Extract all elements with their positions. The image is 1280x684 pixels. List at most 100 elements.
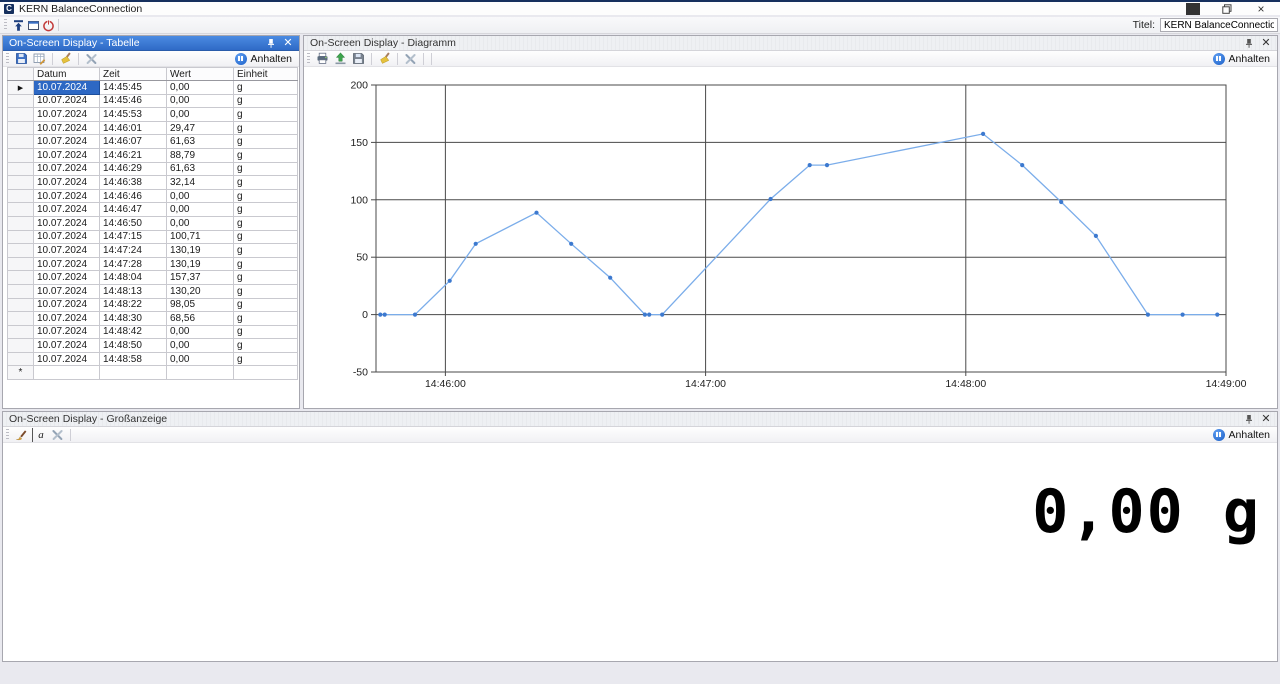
table-cell[interactable]: g [234, 135, 298, 149]
table-cell[interactable] [100, 366, 167, 380]
table-cell[interactable]: 14:48:42 [100, 325, 167, 339]
table-cell[interactable]: 61,63 [167, 162, 234, 176]
table-cell[interactable]: 10.07.2024 [34, 312, 100, 326]
table-cell[interactable]: 0,00 [167, 352, 234, 366]
font-button[interactable]: a [32, 428, 47, 442]
table-cell[interactable]: g [234, 121, 298, 135]
table-cell[interactable]: g [234, 284, 298, 298]
edit-table-button[interactable] [32, 52, 47, 66]
row-header[interactable]: ▶ [8, 81, 34, 95]
table-cell[interactable]: 10.07.2024 [34, 325, 100, 339]
table-cell[interactable]: 14:48:22 [100, 298, 167, 312]
row-header[interactable] [8, 312, 34, 326]
row-header[interactable] [8, 108, 34, 122]
save-chart-button[interactable] [351, 52, 366, 66]
table-cell[interactable]: 88,79 [167, 148, 234, 162]
pin-button[interactable] [1242, 37, 1256, 49]
table-cell[interactable]: g [234, 189, 298, 203]
table-cell[interactable]: 130,19 [167, 244, 234, 258]
table-cell[interactable]: 14:48:58 [100, 352, 167, 366]
print-button[interactable] [315, 52, 330, 66]
table-cell[interactable]: 14:46:21 [100, 148, 167, 162]
table-cell[interactable]: 10.07.2024 [34, 230, 100, 244]
col-header-einheit[interactable]: Einheit [234, 68, 298, 81]
table-cell[interactable]: 10.07.2024 [34, 121, 100, 135]
anhalten-button[interactable]: Anhalten [1210, 429, 1273, 441]
table-cell[interactable]: 14:46:50 [100, 216, 167, 230]
table-cell[interactable]: 10.07.2024 [34, 244, 100, 258]
restore-button[interactable] [1220, 3, 1234, 15]
close-panel-button[interactable]: ✕ [281, 37, 295, 49]
row-header[interactable] [8, 257, 34, 271]
new-window-button[interactable] [26, 18, 41, 32]
table-cell[interactable] [167, 366, 234, 380]
row-header[interactable] [8, 216, 34, 230]
row-header[interactable] [8, 284, 34, 298]
table-cell[interactable]: g [234, 325, 298, 339]
table-cell[interactable]: 0,00 [167, 339, 234, 353]
table-cell[interactable]: 14:46:47 [100, 203, 167, 217]
tools-button[interactable] [403, 52, 418, 66]
titel-input[interactable] [1160, 18, 1278, 32]
table-cell[interactable]: 14:45:45 [100, 81, 167, 95]
table-cell[interactable]: 10.07.2024 [34, 148, 100, 162]
table-cell[interactable]: g [234, 257, 298, 271]
row-header[interactable] [8, 325, 34, 339]
table-cell[interactable]: 14:47:24 [100, 244, 167, 258]
table-cell[interactable]: 98,05 [167, 298, 234, 312]
brush-button[interactable] [14, 428, 29, 442]
table-cell[interactable]: 0,00 [167, 81, 234, 95]
panel-table-titlebar[interactable]: On-Screen Display - Tabelle ✕ [3, 36, 299, 51]
row-header[interactable]: * [8, 366, 34, 380]
table-cell[interactable]: g [234, 298, 298, 312]
panel-chart-titlebar[interactable]: On-Screen Display - Diagramm ✕ [304, 36, 1277, 51]
table-cell[interactable]: g [234, 162, 298, 176]
table-cell[interactable]: 14:48:04 [100, 271, 167, 285]
table-cell[interactable]: 10.07.2024 [34, 271, 100, 285]
table-cell[interactable]: 14:45:46 [100, 94, 167, 108]
table-cell[interactable]: g [234, 203, 298, 217]
row-header[interactable] [8, 298, 34, 312]
table-cell[interactable]: 10.07.2024 [34, 108, 100, 122]
table-cell[interactable]: 0,00 [167, 203, 234, 217]
tools-button[interactable] [84, 52, 99, 66]
row-header[interactable] [8, 189, 34, 203]
table-cell[interactable]: g [234, 216, 298, 230]
table-cell[interactable]: g [234, 108, 298, 122]
row-header[interactable] [8, 244, 34, 258]
anhalten-button[interactable]: Anhalten [1210, 53, 1273, 65]
clear-button[interactable] [58, 52, 73, 66]
table-cell[interactable] [34, 366, 100, 380]
table-cell[interactable] [234, 366, 298, 380]
table-cell[interactable]: g [234, 176, 298, 190]
table-cell[interactable]: 68,56 [167, 312, 234, 326]
row-header[interactable] [8, 135, 34, 149]
table-cell[interactable]: 14:45:53 [100, 108, 167, 122]
table-cell[interactable]: g [234, 339, 298, 353]
table-cell[interactable]: 0,00 [167, 325, 234, 339]
row-header[interactable] [8, 271, 34, 285]
table-cell[interactable]: 0,00 [167, 94, 234, 108]
table-cell[interactable]: 14:46:01 [100, 121, 167, 135]
table-cell[interactable]: 14:48:50 [100, 339, 167, 353]
table-cell[interactable]: 14:48:30 [100, 312, 167, 326]
table-cell[interactable]: 14:46:38 [100, 176, 167, 190]
row-header[interactable] [8, 203, 34, 217]
table-cell[interactable]: 10.07.2024 [34, 339, 100, 353]
pin-button[interactable] [264, 37, 278, 49]
table-cell[interactable]: 130,19 [167, 257, 234, 271]
table-cell[interactable]: g [234, 230, 298, 244]
save-button[interactable] [14, 52, 29, 66]
row-header[interactable] [8, 148, 34, 162]
table-cell[interactable]: 10.07.2024 [34, 203, 100, 217]
table-cell[interactable]: 29,47 [167, 121, 234, 135]
table-cell[interactable]: 14:47:28 [100, 257, 167, 271]
pin-window-button[interactable] [11, 18, 26, 32]
export-button[interactable] [333, 52, 348, 66]
table-cell[interactable]: 10.07.2024 [34, 298, 100, 312]
row-header[interactable] [8, 176, 34, 190]
table-cell[interactable]: 14:46:46 [100, 189, 167, 203]
table-cell[interactable]: g [234, 271, 298, 285]
row-header[interactable] [8, 230, 34, 244]
table-cell[interactable]: g [234, 148, 298, 162]
